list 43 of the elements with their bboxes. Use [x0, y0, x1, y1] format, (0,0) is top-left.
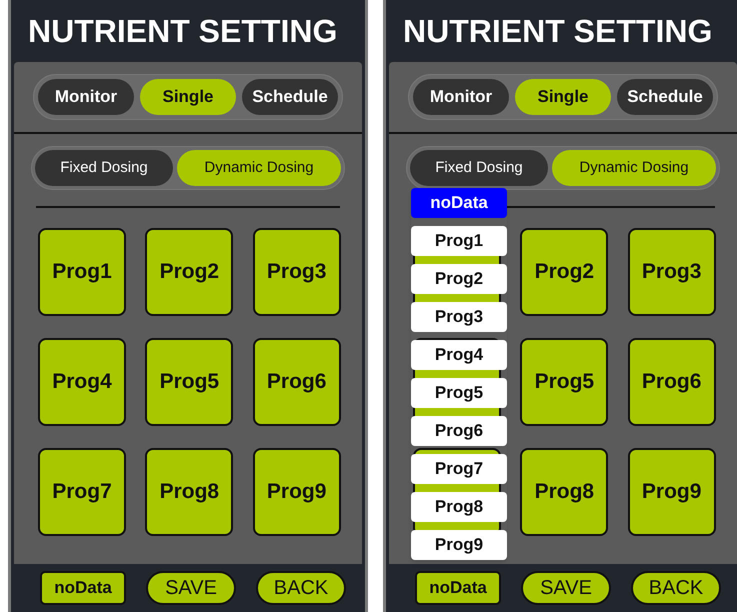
program-tile[interactable]: Prog5 — [520, 338, 608, 426]
program-tile[interactable]: Prog3 — [252, 228, 341, 316]
program-tile[interactable]: Prog2 — [145, 228, 234, 316]
dropdown-option[interactable]: Prog5 — [411, 378, 507, 408]
program-tile[interactable]: Prog8 — [145, 448, 234, 536]
mode-tab[interactable]: Monitor — [413, 79, 509, 115]
mode-tab[interactable]: Schedule — [617, 79, 713, 115]
dosing-tab[interactable]: Fixed Dosing — [410, 150, 548, 186]
program-tile[interactable]: Prog3 — [628, 228, 716, 316]
dropdown-option[interactable]: Prog3 — [411, 302, 507, 332]
action-button[interactable]: SAVE — [521, 571, 611, 605]
program-tile[interactable]: Prog7 — [38, 448, 126, 536]
program-tile[interactable]: Prog9 — [252, 448, 341, 536]
action-button[interactable]: BACK — [256, 571, 346, 605]
dropdown-option[interactable]: Prog8 — [411, 492, 507, 522]
action-button[interactable]: BACK — [631, 571, 721, 605]
mode-tab[interactable]: Single — [140, 79, 236, 115]
dropdown-option[interactable]: Prog9 — [411, 530, 507, 560]
program-tile[interactable]: Prog5 — [145, 338, 234, 426]
dosing-tab[interactable]: Dynamic Dosing — [177, 150, 341, 186]
screen-title: NUTRIENT SETTING — [28, 15, 338, 47]
program-tile[interactable]: Prog6 — [252, 338, 341, 426]
dosing-tab[interactable]: Dynamic Dosing — [552, 150, 716, 186]
dropdown-option[interactable]: Prog1 — [411, 226, 507, 256]
screen-title: NUTRIENT SETTING — [403, 15, 712, 47]
value-display-button[interactable]: noData — [415, 571, 501, 605]
program-tile[interactable]: Prog8 — [520, 448, 608, 536]
dropdown-option[interactable]: Prog6 — [411, 416, 507, 446]
mode-tab[interactable]: Single — [515, 79, 611, 115]
program-tile[interactable]: Prog9 — [628, 448, 716, 536]
dropdown-value[interactable]: noData — [411, 188, 507, 218]
dropdown-option[interactable]: Prog2 — [411, 264, 507, 294]
value-display-button[interactable]: noData — [40, 571, 126, 605]
dosing-tab[interactable]: Fixed Dosing — [35, 150, 173, 186]
program-tile[interactable]: Prog4 — [38, 338, 126, 426]
mode-tab[interactable]: Schedule — [242, 79, 338, 115]
action-button[interactable]: SAVE — [146, 571, 236, 605]
dropdown-option[interactable]: Prog7 — [411, 454, 507, 484]
program-tile[interactable]: Prog1 — [38, 228, 126, 316]
program-tile[interactable]: Prog6 — [628, 338, 716, 426]
program-tile[interactable]: Prog2 — [520, 228, 608, 316]
mode-tab[interactable]: Monitor — [38, 79, 134, 115]
dropdown-option[interactable]: Prog4 — [411, 340, 507, 370]
